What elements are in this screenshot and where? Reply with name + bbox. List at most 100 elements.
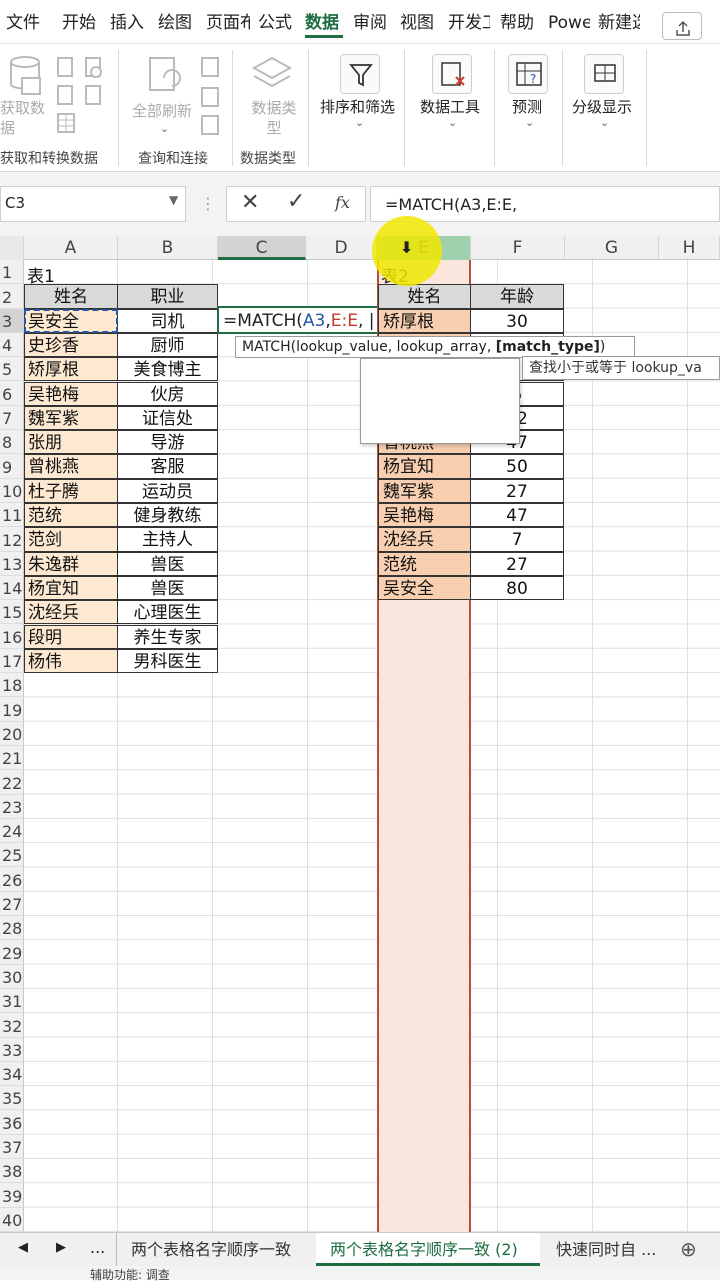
refresh-all-button[interactable] (146, 56, 184, 102)
row-header[interactable]: 22 (0, 770, 24, 795)
next-sheet-button[interactable]: ▶ (56, 1240, 66, 1255)
get-data-button[interactable] (6, 52, 44, 100)
row-header[interactable]: 11 (0, 503, 24, 528)
row-header[interactable]: 35 (0, 1086, 24, 1111)
check-icon[interactable]: ✓ (287, 189, 305, 214)
row-header[interactable]: 38 (0, 1159, 24, 1184)
data-tools-button[interactable] (432, 54, 472, 94)
sheet-tab-2[interactable]: 两个表格名字顺序一致 (2) (316, 1233, 540, 1266)
table1-job-cell[interactable]: 厨师 (117, 332, 218, 358)
row-header[interactable]: 32 (0, 1013, 24, 1038)
table1-name-cell[interactable]: 段明 (24, 624, 118, 649)
table1-name-cell[interactable]: 杨宜知 (24, 575, 118, 601)
name-box[interactable]: C3 ▼ (0, 186, 186, 222)
tab-page-layout[interactable]: 页面布 (206, 6, 250, 40)
table1-job-cell[interactable]: 兽医 (117, 551, 218, 576)
row-header[interactable]: 29 (0, 940, 24, 965)
outline-button[interactable] (584, 54, 624, 94)
table1-job-cell[interactable]: 客服 (117, 454, 218, 479)
row-header[interactable]: 13 (0, 552, 24, 576)
column-header-f[interactable]: F (471, 236, 565, 260)
row-header[interactable]: 2 (0, 284, 24, 309)
table1-job-cell[interactable]: 男科医生 (117, 648, 218, 674)
formula-input[interactable]: =MATCH(A3,E:E, (370, 186, 720, 222)
column-header-d[interactable]: D (306, 236, 377, 260)
table1-name-cell[interactable]: 史珍香 (24, 332, 118, 358)
accessibility-status[interactable]: 辅助功能: 调查 (90, 1266, 170, 1283)
table2-age-cell[interactable]: 7 (470, 527, 564, 552)
row-header[interactable]: 37 (0, 1135, 24, 1160)
table2-name-cell[interactable]: 吴艳梅 (378, 503, 471, 528)
row-header[interactable]: 36 (0, 1111, 24, 1135)
table1-job-cell[interactable]: 司机 (117, 308, 218, 333)
table1-name-cell[interactable]: 范剑 (24, 527, 118, 552)
table1-name-cell[interactable]: 张朋 (24, 430, 118, 455)
row-header[interactable]: 12 (0, 527, 24, 552)
column-header-c[interactable]: C (218, 236, 306, 260)
row-header[interactable]: 23 (0, 795, 24, 819)
tab-view[interactable]: 视图 (400, 6, 440, 40)
table1-name-cell[interactable]: 杜子腾 (24, 478, 118, 503)
table1-name-cell[interactable]: 沈经兵 (24, 600, 118, 625)
table2-header-age[interactable]: 年龄 (470, 284, 564, 309)
table1-job-cell[interactable]: 心理医生 (117, 600, 218, 625)
row-header[interactable]: 26 (0, 868, 24, 892)
row-header[interactable]: 9 (0, 454, 24, 479)
table1-name-cell[interactable]: 朱逸群 (24, 551, 118, 576)
row-header[interactable]: 8 (0, 430, 24, 455)
row-header[interactable]: 31 (0, 989, 24, 1014)
tab-help[interactable]: 帮助 (500, 6, 540, 40)
row-header[interactable]: 4 (0, 333, 24, 358)
table2-name-cell[interactable]: 杨宜知 (378, 454, 471, 479)
table1-job-cell[interactable]: 运动员 (117, 478, 218, 503)
table2-age-cell[interactable]: 50 (470, 454, 564, 479)
table2-age-cell[interactable]: 30 (470, 308, 564, 333)
table1-job-cell[interactable]: 证信处 (117, 405, 218, 431)
table1-job-cell[interactable]: 导游 (117, 430, 218, 455)
tab-insert[interactable]: 插入 (110, 6, 150, 40)
row-header[interactable]: 28 (0, 916, 24, 941)
row-header[interactable]: 6 (0, 382, 24, 406)
table1-job-cell[interactable]: 养生专家 (117, 624, 218, 649)
table2-age-cell[interactable]: 27 (470, 478, 564, 503)
add-sheet-icon[interactable]: ⊕ (680, 1237, 697, 1261)
table2-name-cell[interactable]: 矫厚根 (378, 308, 471, 333)
row-header[interactable]: 3 (0, 308, 24, 333)
row-header[interactable]: 18 (0, 673, 24, 698)
row-header[interactable]: 7 (0, 406, 24, 431)
tab-new[interactable]: 新建选 (598, 6, 640, 40)
row-header[interactable]: 16 (0, 625, 24, 649)
row-header[interactable]: 17 (0, 649, 24, 674)
tab-draw[interactable]: 绘图 (158, 6, 198, 40)
table2-name-cell[interactable]: 沈经兵 (378, 527, 471, 552)
sheet-tab-1[interactable]: 两个表格名字顺序一致 (116, 1233, 312, 1266)
row-header[interactable]: 5 (0, 357, 24, 382)
row-header[interactable]: 21 (0, 746, 24, 771)
table1-name-cell[interactable]: 曾桃燕 (24, 454, 118, 479)
chevron-down-icon[interactable]: ▼ (169, 193, 178, 207)
row-header[interactable]: 10 (0, 479, 24, 503)
table1-job-cell[interactable]: 健身教练 (117, 503, 218, 528)
table1-name-cell[interactable]: 吴艳梅 (24, 381, 118, 406)
cancel-icon[interactable]: ✕ (241, 190, 259, 215)
table1-job-cell[interactable]: 兽医 (117, 575, 218, 601)
table2-name-cell[interactable]: 范统 (378, 551, 471, 576)
column-header-g[interactable]: G (565, 236, 659, 260)
share-button[interactable] (662, 12, 702, 40)
insert-function-button[interactable]: fx (335, 193, 350, 212)
row-header[interactable]: 1 (0, 260, 24, 285)
row-header[interactable]: 25 (0, 843, 24, 868)
row-header[interactable]: 39 (0, 1183, 24, 1208)
autocomplete-dropdown[interactable] (360, 358, 520, 444)
table1-header-name[interactable]: 姓名 (24, 284, 118, 309)
row-header[interactable]: 34 (0, 1062, 24, 1087)
tab-developer[interactable]: 开发工 (448, 6, 490, 40)
data-types-button[interactable] (250, 54, 294, 98)
table2-name-cell[interactable]: 吴安全 (378, 575, 471, 601)
row-header[interactable]: 24 (0, 819, 24, 844)
table1-name-cell[interactable]: 矫厚根 (24, 357, 118, 382)
table1-job-cell[interactable]: 主持人 (117, 527, 218, 552)
row-header[interactable]: 19 (0, 697, 24, 722)
row-header[interactable]: 27 (0, 892, 24, 917)
sheet-tab-3[interactable]: 快速同时自 ... (548, 1233, 672, 1266)
